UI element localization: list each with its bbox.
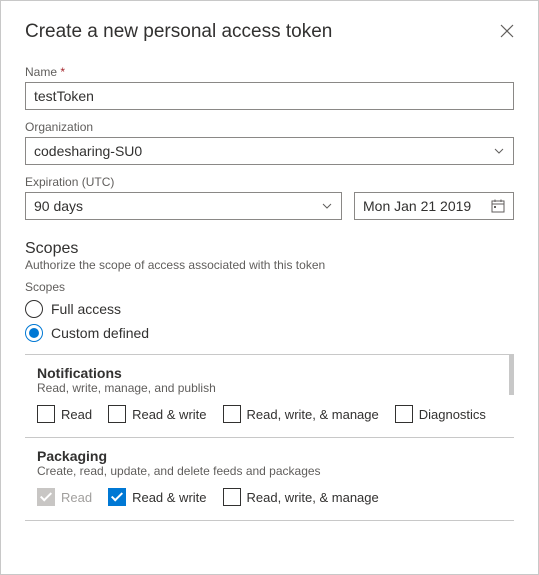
close-icon: [500, 22, 514, 42]
name-input[interactable]: [25, 82, 514, 110]
panel-header: Create a new personal access token: [25, 21, 514, 43]
scope-radio-full-access[interactable]: Full access: [25, 300, 514, 318]
scope-section-desc: Create, read, update, and delete feeds a…: [37, 464, 502, 478]
expiration-label: Expiration (UTC): [25, 175, 514, 189]
expiration-value: 90 days: [34, 198, 83, 214]
scope-checkbox[interactable]: Read & write: [108, 405, 206, 423]
organization-select[interactable]: codesharing-SU0: [25, 137, 514, 165]
scope-checkbox-label: Diagnostics: [419, 407, 486, 422]
required-asterisk: *: [60, 65, 65, 79]
scope-radio-custom-defined[interactable]: Custom defined: [25, 324, 514, 342]
scope-checkbox-row: Read Read & write Read, write, & manage Dia…: [37, 405, 502, 423]
scope-checkbox-label: Read & write: [132, 490, 206, 505]
checkbox-checked-icon: [108, 488, 126, 506]
scope-checkbox-label: Read, write, & manage: [247, 407, 379, 422]
scopes-subheading: Authorize the scope of access associated…: [25, 258, 514, 272]
scrollbar[interactable]: [509, 355, 514, 572]
scopes-heading: Scopes: [25, 240, 514, 258]
radio-icon: [25, 300, 43, 318]
scope-checkbox[interactable]: Read & write: [108, 488, 206, 506]
checkbox-icon: [37, 405, 55, 423]
scope-checkbox[interactable]: Read, write, & manage: [223, 405, 379, 423]
scope-checkbox-label: Read: [61, 490, 92, 505]
scope-section: PackagingCreate, read, update, and delet…: [25, 438, 514, 521]
chevron-down-icon: [321, 200, 333, 212]
scope-checkbox: Read: [37, 488, 92, 506]
scope-section-title: Packaging: [37, 448, 502, 464]
scope-checkbox-row: Read Read & write Read, write, & manage: [37, 488, 502, 506]
scope-section-desc: Read, write, manage, and publish: [37, 381, 502, 395]
scope-checkbox-label: Read & write: [132, 407, 206, 422]
scope-section-title: Notifications: [37, 365, 502, 381]
radio-label: Custom defined: [51, 325, 149, 341]
create-token-panel: Create a new personal access token Name …: [0, 0, 539, 575]
scope-list: NotificationsRead, write, manage, and pu…: [25, 354, 514, 572]
name-label: Name *: [25, 65, 514, 79]
scopes-group-label: Scopes: [25, 280, 514, 294]
checkbox-checked-icon: [37, 488, 55, 506]
checkbox-icon: [108, 405, 126, 423]
calendar-icon: [491, 199, 505, 213]
organization-label: Organization: [25, 120, 514, 134]
radio-label: Full access: [51, 301, 121, 317]
scope-checkbox[interactable]: Read: [37, 405, 92, 423]
checkbox-icon: [395, 405, 413, 423]
expiration-select[interactable]: 90 days: [25, 192, 342, 220]
organization-value: codesharing-SU0: [34, 143, 142, 159]
scope-checkbox-label: Read: [61, 407, 92, 422]
scope-checkbox[interactable]: Diagnostics: [395, 405, 486, 423]
close-button[interactable]: [500, 23, 514, 41]
chevron-down-icon: [493, 145, 505, 157]
radio-icon: [25, 324, 43, 342]
scope-checkbox-label: Read, write, & manage: [247, 490, 379, 505]
expiration-date-picker[interactable]: Mon Jan 21 2019: [354, 192, 514, 220]
checkbox-icon: [223, 405, 241, 423]
panel-title: Create a new personal access token: [25, 21, 332, 43]
scope-section: NotificationsRead, write, manage, and pu…: [25, 355, 514, 438]
scrollbar-thumb[interactable]: [509, 355, 514, 395]
scope-checkbox[interactable]: Read, write, & manage: [223, 488, 379, 506]
checkbox-icon: [223, 488, 241, 506]
expiration-row: 90 days Mon Jan 21 2019: [25, 192, 514, 220]
name-label-text: Name: [25, 65, 57, 79]
expiration-date-value: Mon Jan 21 2019: [363, 198, 471, 214]
